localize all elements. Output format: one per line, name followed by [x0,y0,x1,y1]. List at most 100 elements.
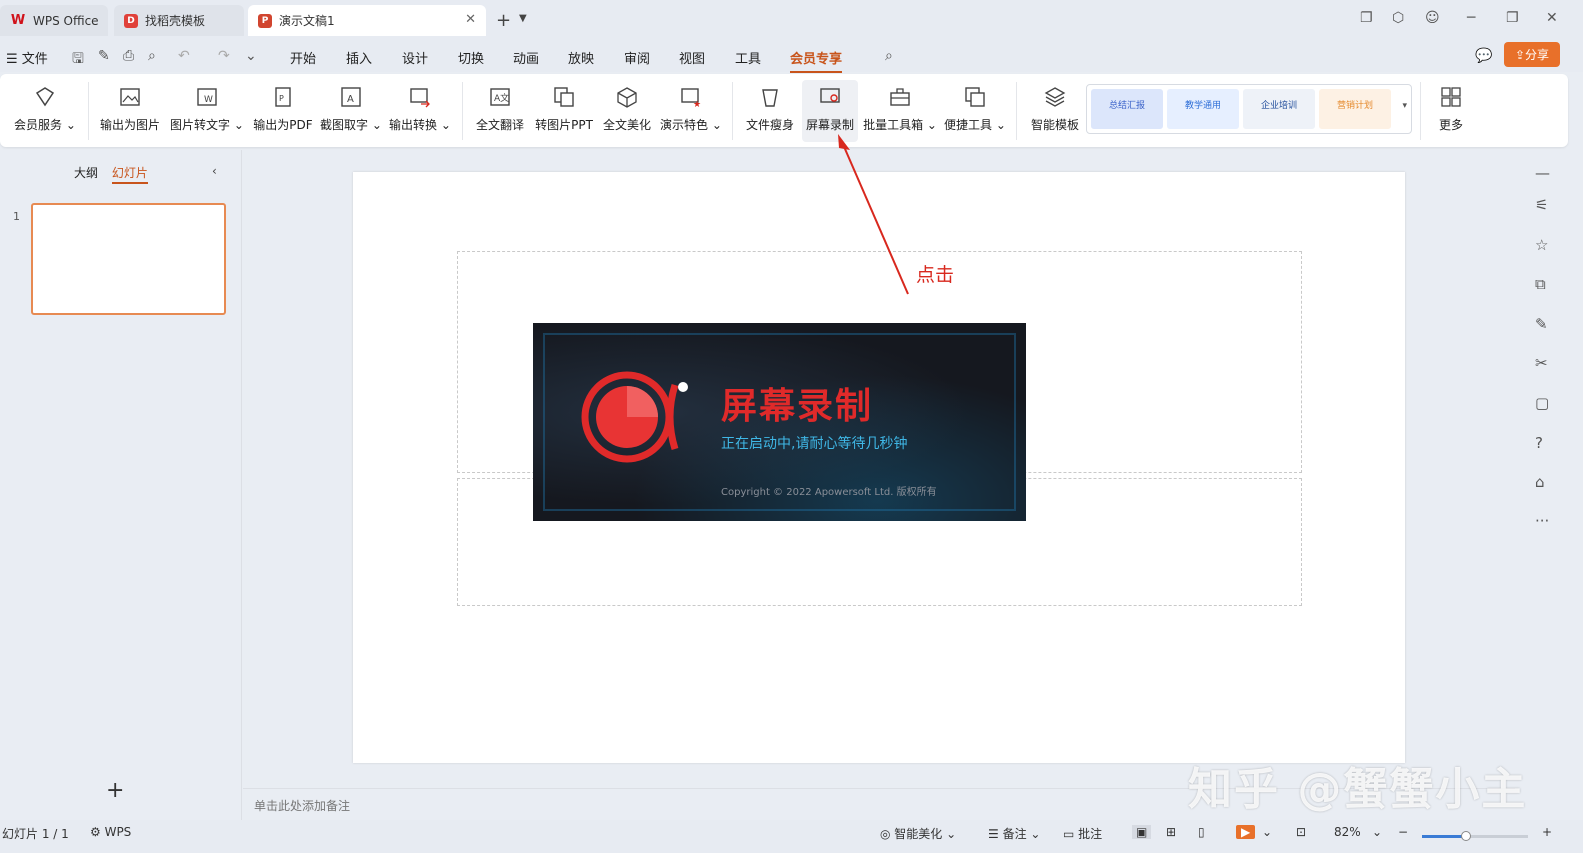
template-teaching[interactable]: 教学通用 [1167,89,1239,129]
beautify-button[interactable]: 全文美化 [600,80,654,142]
cube-icon[interactable]: ⬡ [1392,10,1404,26]
redo-icon[interactable]: ↷ [218,48,230,64]
collapse-panel-icon[interactable]: ‹ [212,164,217,178]
menu-review[interactable]: 审阅 [624,48,650,67]
menu-start[interactable]: 开始 [290,48,316,67]
quick-tools-button[interactable]: 便捷工具 ⌄ [944,80,1006,142]
template-training[interactable]: 企业培训 [1243,89,1315,129]
normal-view-icon[interactable]: ▣ [1132,825,1152,839]
shirt-icon[interactable]: ⌂ [1535,473,1545,491]
menu-transition[interactable]: 切换 [458,48,484,67]
share-button[interactable]: ⇪ 分享 [1504,42,1560,67]
export-convert-button[interactable]: 输出转换 ⌄ [388,80,452,142]
print-icon[interactable]: ⎙ [123,48,134,64]
template-summary[interactable]: 总结汇报 [1091,89,1163,129]
new-tab-icon[interactable]: + [496,10,511,31]
more-dots-icon[interactable]: ··· [1535,512,1549,530]
star-icon[interactable]: ☆ [1535,236,1548,254]
comments-button[interactable]: ▭ 批注 [1063,825,1102,842]
restore-icon[interactable]: ❐ [1506,10,1519,26]
zoom-level[interactable]: 82% [1334,825,1361,839]
add-slide-icon[interactable]: + [106,778,124,803]
customize-chevron-icon[interactable]: ⌄ [245,48,257,64]
search-icon[interactable]: ⌕ [885,48,893,64]
tab-slides[interactable]: 幻灯片 [111,166,148,184]
undo-icon[interactable]: ↶ [178,48,190,64]
fit-window-icon[interactable]: ⊡ [1296,825,1306,839]
menu-member[interactable]: 会员专享 [790,48,843,73]
recorder-subtitle: 正在启动中,请耐心等待几秒钟 [721,436,908,452]
window-layout-icon[interactable]: ❐ [1360,10,1373,26]
adjust-icon[interactable]: ⚟ [1535,196,1548,214]
present-feature-button[interactable]: ★ 演示特色 ⌄ [660,80,722,142]
tab-daoke-templates[interactable]: D 找稻壳模板 [114,5,244,36]
edit-icon[interactable]: ✎ [1535,315,1548,333]
close-tab-icon[interactable]: ✕ [465,12,476,27]
tools-icon[interactable]: ✂ [1535,354,1548,372]
menu-view[interactable]: 视图 [679,48,705,67]
help-icon[interactable]: ? [1535,434,1543,452]
reading-view-icon[interactable]: ▯ [1198,825,1205,839]
screenshot-text-button[interactable]: A 截图取字 ⌄ [320,80,382,142]
menu-design[interactable]: 设计 [402,48,428,67]
play-slideshow-icon[interactable]: ▶ [1236,825,1256,839]
print-preview-icon[interactable]: ⌕ [148,48,156,64]
recorder-copyright: Copyright © 2022 Apowersoft Ltd. 版权所有 [721,487,937,498]
slide-info: 幻灯片 1 / 1 [2,827,69,841]
wps-status[interactable]: ⚙ WPS [90,825,131,839]
close-window-icon[interactable]: ✕ [1546,10,1558,26]
slide-thumbnail[interactable] [31,203,226,315]
template-gallery: 总结汇报 教学通用 企业培训 营销计划 ▾ [1086,84,1412,134]
zoom-chevron-icon[interactable]: ⌄ [1372,825,1382,839]
zoom-slider[interactable] [1422,831,1528,841]
zoom-slider-handle[interactable] [1461,831,1471,841]
file-menu[interactable]: ☰ 文件 [6,48,48,67]
copy-icon[interactable]: ⧉ [1535,275,1546,293]
image-to-text-button[interactable]: W 图片转文字 ⌄ [170,80,244,142]
file-slim-button[interactable]: 文件瘦身 [742,80,798,142]
zoom-out-icon[interactable]: − [1398,825,1408,839]
wps-logo-icon: W [10,13,26,28]
tab-wps-office[interactable]: W WPS Office [0,5,108,36]
export-pdf-button[interactable]: P 输出为PDF [250,80,316,142]
export-pdf-label: 输出为PDF [253,118,313,132]
to-image-ppt-button[interactable]: 转图片PPT [534,80,594,142]
notes-toggle-label: 备注 [1002,827,1027,841]
avatar[interactable]: ☺ [1425,10,1440,26]
cube-beautify-icon [614,84,640,110]
file-slim-icon [757,84,783,110]
menu-slideshow[interactable]: 放映 [568,48,594,67]
minus-icon[interactable]: — [1535,164,1550,182]
image-to-text-label: 图片转文字 [170,118,231,132]
grid-view-icon[interactable]: ⊞ [1166,825,1176,839]
vip-service-button[interactable]: 会员服务 ⌄ [12,80,78,142]
minimize-icon[interactable]: ─ [1467,10,1475,26]
template-marketing[interactable]: 营销计划 [1319,89,1391,129]
more-button[interactable]: 更多 [1430,80,1472,142]
menu-animation[interactable]: 动画 [513,48,539,67]
notes-placeholder: 单击此处添加备注 [254,799,351,813]
template-expand-icon[interactable]: ▾ [1402,101,1407,111]
annotation-label: 点击 [916,264,955,286]
tab-presentation[interactable]: P 演示文稿1 ✕ [248,5,486,36]
book-icon[interactable]: ▢ [1535,394,1549,412]
screenshot-text-label: 截图取字 [320,118,369,132]
play-options-chevron-icon[interactable]: ⌄ [1262,825,1272,839]
translate-button[interactable]: A文 全文翻译 [472,80,528,142]
tab-outline[interactable]: 大纲 [74,166,98,180]
notes-toggle-button[interactable]: ☰ 备注 ⌄ [988,825,1040,842]
format-painter-icon[interactable]: ✎ [98,48,110,64]
menu-tools[interactable]: 工具 [735,48,761,67]
smart-template-button[interactable]: 智能模板 [1026,80,1084,142]
export-image-button[interactable]: 输出为图片 [96,80,164,142]
save-icon[interactable]: 🖫 [72,48,84,72]
smart-beautify-button[interactable]: ◎ 智能美化 ⌄ [880,825,956,842]
menu-insert[interactable]: 插入 [346,48,372,67]
svg-text:A文: A文 [494,92,509,104]
status-bar: 幻灯片 1 / 1 ⚙ WPS ◎ 智能美化 ⌄ ☰ 备注 ⌄ ▭ 批注 ▣ ⊞… [0,820,1583,853]
zoom-in-icon[interactable]: + [1542,825,1552,839]
svg-text:★: ★ [693,100,701,108]
chat-icon[interactable]: 💬 [1475,48,1492,64]
zoom-slider-fill [1422,835,1464,838]
tab-list-chevron-icon[interactable]: ▼ [519,13,527,24]
